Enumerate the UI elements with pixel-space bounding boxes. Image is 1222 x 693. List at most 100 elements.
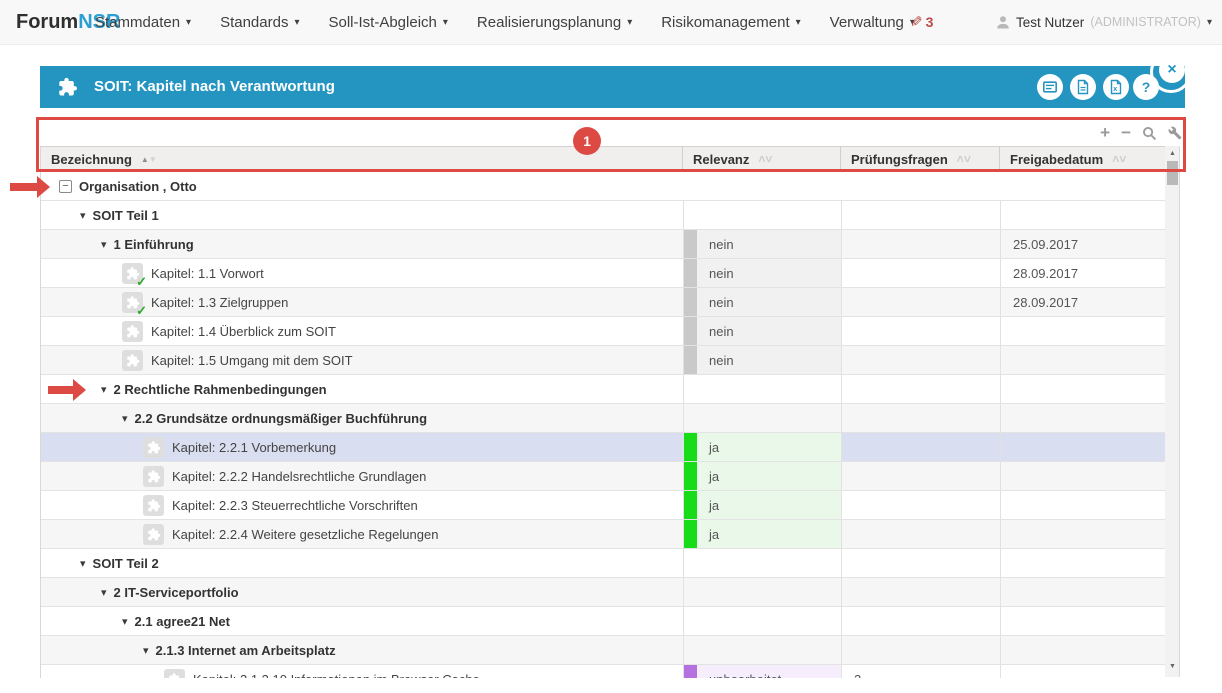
table-row[interactable]: ✓Kapitel: 1.3 Zielgruppennein28.09.2017 [41, 288, 1165, 317]
table-row[interactable]: ✓Kapitel: 1.1 Vorwortnein28.09.2017 [41, 259, 1165, 288]
close-button[interactable]: × [1159, 57, 1185, 83]
table-row[interactable]: Kapitel: 1.5 Umgang mit dem SOIT nein [41, 346, 1165, 375]
scroll-up-button[interactable]: ▲ [1165, 147, 1180, 160]
chevron-down-icon: ▾ [627, 17, 632, 28]
column-header-pruefungsfragen[interactable]: Prüfungsfragen ˄˅ [841, 147, 1000, 171]
expand-caret-icon[interactable]: ▾ [122, 615, 128, 628]
column-header-relevanz[interactable]: Relevanz ˄˅ [683, 147, 841, 171]
table-row[interactable]: ▾SOIT Teil 1 [41, 201, 1165, 230]
expand-caret-icon[interactable]: ▾ [101, 586, 107, 599]
toolbar-search-button[interactable] [1142, 126, 1157, 141]
expand-caret-icon[interactable]: ▾ [80, 557, 86, 570]
sort-icons[interactable]: ˄˅ [758, 154, 772, 164]
expand-caret-icon[interactable]: ▾ [101, 238, 107, 251]
pruefungsfragen-cell [841, 462, 1000, 490]
table-row[interactable]: Kapitel: 1.4 Überblick zum SOITnein [41, 317, 1165, 346]
row-label: 2.1.3 Internet am Arbeitsplatz [156, 643, 336, 658]
chapter-puzzle-icon [143, 466, 164, 487]
group-row[interactable]: −Organisation , Otto [41, 172, 1165, 201]
row-label: Kapitel: 1.4 Überblick zum SOIT [151, 324, 336, 339]
table-row[interactable]: Kapitel: 2.2.2 Handelsrechtliche Grundla… [41, 462, 1165, 491]
pruefungsfragen-cell [841, 317, 1000, 345]
toolbar-plus-button[interactable]: + [1100, 125, 1110, 141]
excel-export-button[interactable]: x [1103, 74, 1129, 100]
nav-item-realisierungsplanung[interactable]: Realisierungsplanung▾ [477, 14, 632, 31]
table-row[interactable]: Kapitel: 2.2.3 Steuerrechtliche Vorschri… [41, 491, 1165, 520]
chapter-puzzle-icon: ✓ [122, 263, 143, 284]
nav-item-standards[interactable]: Standards▾ [220, 14, 299, 31]
nav-item-verwaltung[interactable]: Verwaltung▾ [830, 14, 915, 31]
nav-item-soll-ist-abgleich[interactable]: Soll-Ist-Abgleich▾ [329, 14, 448, 31]
edit-count-badge: 3 [926, 14, 934, 30]
expand-caret-icon[interactable]: ▾ [122, 412, 128, 425]
expand-caret-icon[interactable]: ▾ [143, 644, 149, 657]
column-header-freigabedatum[interactable]: Freigabedatum ˄˅ [1000, 147, 1166, 171]
annotation-arrow [10, 176, 50, 198]
table-row[interactable]: Kapitel: 2.2.1 Vorbemerkungja [41, 433, 1165, 462]
table-row[interactable]: ▾ SOIT Teil 2 [41, 549, 1165, 578]
column-label: Prüfungsfragen [851, 152, 948, 167]
scrollbar-thumb[interactable] [1167, 161, 1178, 185]
table-row[interactable]: Kapitel: 2.1.3.10 Informationen im Brows… [41, 665, 1165, 678]
pruefungsfragen-cell [841, 375, 1000, 403]
pruefungsfragen-cell [841, 288, 1000, 316]
puzzle-icon [56, 76, 78, 98]
bezeichnung-cell: ▾2 Rechtliche Rahmenbedingungen [41, 375, 683, 403]
table-row[interactable]: ▾ 2.1.3 Internet am Arbeitsplatz [41, 636, 1165, 665]
column-label: Freigabedatum [1010, 152, 1103, 167]
details-button[interactable] [1037, 74, 1063, 100]
user-role: (ADMINISTRATOR) [1090, 15, 1201, 29]
expand-caret-icon[interactable]: ▾ [80, 209, 86, 222]
nav-item-stammdaten[interactable]: Stammdaten▾ [95, 14, 191, 31]
sort-icons[interactable]: ˄˅ [1112, 154, 1126, 164]
relevanz-cell [683, 201, 841, 229]
sort-icons[interactable]: ˄˅ [957, 154, 971, 164]
edits-indicator[interactable]: ✎ 3 [910, 0, 933, 44]
bezeichnung-cell: Kapitel: 2.2.4 Weitere gesetzliche Regel… [41, 520, 683, 548]
row-label: Kapitel: 1.5 Umgang mit dem SOIT [151, 353, 353, 368]
row-label: 2.1 agree21 Net [135, 614, 230, 629]
user-menu[interactable]: Test Nutzer (ADMINISTRATOR) ▾ [996, 0, 1212, 44]
row-label: SOIT Teil 2 [93, 556, 159, 571]
sort-icons[interactable]: ▲▼ [141, 155, 157, 164]
relevanz-value: ja [709, 469, 719, 484]
freigabedatum-cell [1000, 404, 1165, 432]
relevanz-value: ja [709, 440, 719, 455]
table-row[interactable]: ▾2 Rechtliche Rahmenbedingungen [41, 375, 1165, 404]
sort-desc-icon: ˅ [1119, 154, 1126, 164]
relevanz-value: nein [709, 266, 734, 281]
pruefungsfragen-cell [841, 607, 1000, 635]
relevanz-bar [684, 346, 697, 374]
pruefungsfragen-cell [841, 491, 1000, 519]
relevanz-cell: ja [683, 520, 841, 548]
relevanz-cell: nein [683, 346, 841, 374]
freigabedatum-cell [1000, 346, 1165, 374]
pdf-export-button[interactable] [1070, 74, 1096, 100]
vertical-scrollbar[interactable]: ▲ ▼ [1165, 146, 1180, 677]
table-row[interactable]: Kapitel: 2.2.4 Weitere gesetzliche Regel… [41, 520, 1165, 549]
nav-item-label: Stammdaten [95, 14, 180, 31]
nav-item-risikomanagement[interactable]: Risikomanagement▾ [661, 14, 800, 31]
page: ForumNSR Stammdaten▾ Standards▾ Soll-Ist… [0, 0, 1222, 693]
sort-asc-icon: ˄ [758, 154, 765, 164]
table-row[interactable]: ▾ 2.1 agree21 Net [41, 607, 1165, 636]
scroll-down-button[interactable]: ▼ [1165, 660, 1180, 673]
freigabedatum-cell [1000, 201, 1165, 229]
chapter-puzzle-icon [122, 321, 143, 342]
expand-caret-icon[interactable]: ▾ [101, 383, 107, 396]
freigabedatum-cell [1000, 578, 1165, 606]
nav-item-label: Standards [220, 14, 288, 31]
scroll-down-icon: ▼ [1169, 663, 1176, 670]
excel-export-icon: x [1108, 79, 1124, 95]
toolbar-minus-button[interactable]: − [1121, 125, 1131, 141]
table-row[interactable]: ▾1 Einführungnein25.09.2017 [41, 230, 1165, 259]
bezeichnung-cell: Kapitel: 2.2.2 Handelsrechtliche Grundla… [41, 462, 683, 490]
pruefungsfragen-cell [841, 201, 1000, 229]
table-row[interactable]: ▾2.2 Grundsätze ordnungsmäßiger Buchführ… [41, 404, 1165, 433]
bezeichnung-cell: ▾ 2.1.3 Internet am Arbeitsplatz [41, 636, 683, 664]
toolbar-settings-button[interactable] [1168, 126, 1182, 140]
row-label: Kapitel: 1.3 Zielgruppen [151, 295, 288, 310]
table-row[interactable]: ▾2 IT-Serviceportfolio [41, 578, 1165, 607]
collapse-icon[interactable]: − [59, 180, 72, 193]
bezeichnung-cell: Kapitel: 2.2.3 Steuerrechtliche Vorschri… [41, 491, 683, 519]
